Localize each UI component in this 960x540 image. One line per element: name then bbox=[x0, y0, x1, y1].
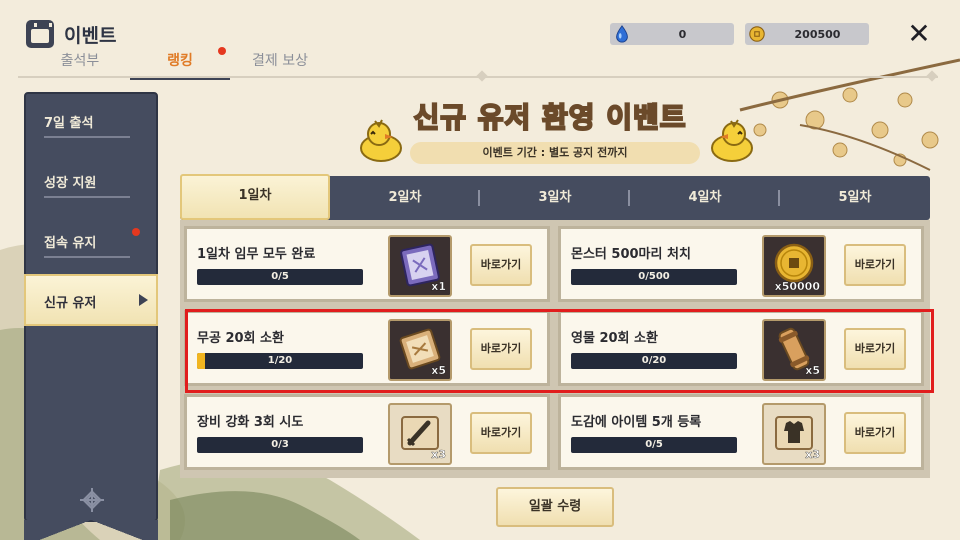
claim-all-button[interactable]: 일괄 수령 bbox=[496, 487, 614, 527]
gold-coin-icon bbox=[749, 26, 765, 42]
sidebar-item-new-user[interactable]: 신규 유저 bbox=[24, 274, 158, 326]
go-button[interactable]: 바로가기 bbox=[844, 412, 906, 454]
header-divider bbox=[18, 76, 938, 78]
sidebar-item-stay-connected[interactable]: 접속 유지 bbox=[44, 228, 140, 258]
go-button[interactable]: 바로가기 bbox=[470, 244, 532, 286]
reward-quantity: x1 bbox=[431, 280, 446, 293]
notification-dot bbox=[218, 47, 226, 55]
tab-day-1[interactable]: 1일차 bbox=[180, 174, 330, 220]
tab-day-3[interactable]: 3일차 bbox=[480, 176, 630, 220]
gold-coin-amount: 200500 bbox=[794, 27, 841, 41]
reward-quantity: x50000 bbox=[774, 280, 820, 293]
tab-day-4[interactable]: 4일차 bbox=[630, 176, 780, 220]
reward-slot[interactable]: x3 bbox=[762, 403, 826, 465]
notification-dot bbox=[132, 228, 140, 236]
water-drop-icon bbox=[616, 25, 628, 43]
event-sidebar: 7일 출석 성장 지원 접속 유지 신규 유저 bbox=[24, 92, 158, 540]
page-header: 이벤트 bbox=[26, 20, 116, 48]
sidebar-item-label: 7일 출석 bbox=[44, 116, 94, 131]
water-drop-currency: 0 bbox=[610, 23, 734, 45]
close-button[interactable]: ✕ bbox=[905, 20, 933, 48]
mission-title: 도감에 아이템 5개 등록 bbox=[571, 415, 702, 430]
gold-coin-currency: 200500 bbox=[745, 23, 869, 45]
event-period: 이벤트 기간 : 별도 공지 전까지 bbox=[410, 142, 700, 164]
tab-day-2[interactable]: 2일차 bbox=[330, 176, 480, 220]
highlight-box bbox=[185, 309, 934, 393]
sidebar-item-label: 접속 유지 bbox=[44, 236, 97, 251]
go-button[interactable]: 바로가기 bbox=[470, 412, 532, 454]
mission-progress-bar: 0/5 bbox=[571, 437, 737, 453]
yellow-chick-icon bbox=[711, 119, 753, 162]
mission-card: 도감에 아이템 5개 등록 0/5 x3 바로가기 bbox=[558, 394, 924, 470]
reward-slot[interactable]: x1 bbox=[388, 235, 452, 297]
arrow-right-icon bbox=[139, 294, 148, 306]
mission-card: 1일차 임무 모두 완료 0/5 x1 바로가기 bbox=[184, 226, 550, 302]
yellow-chick-icon bbox=[360, 119, 402, 162]
mission-card: 장비 강화 3회 시도 0/3 x3 바로가기 bbox=[184, 394, 550, 470]
sidebar-item-growth-support[interactable]: 성장 지원 bbox=[44, 172, 130, 198]
tab-ranking-label: 랭킹 bbox=[167, 53, 193, 69]
reward-quantity: x3 bbox=[431, 448, 446, 461]
calendar-icon bbox=[26, 20, 54, 48]
sidebar-item-label: 신규 유저 bbox=[44, 296, 97, 311]
reward-slot[interactable]: x3 bbox=[388, 403, 452, 465]
day-tab-bar: 1일차 2일차 3일차 4일차 5일차 bbox=[180, 174, 930, 220]
progress-text: 0/5 bbox=[271, 271, 289, 282]
sidebar-item-label: 성장 지원 bbox=[44, 176, 97, 191]
water-drop-amount: 0 bbox=[678, 27, 687, 41]
knot-ornament-icon bbox=[80, 488, 104, 512]
mission-title: 몬스터 500마리 처치 bbox=[571, 247, 691, 262]
page-title: 이벤트 bbox=[64, 24, 117, 47]
sidebar-item-7day-attendance[interactable]: 7일 출석 bbox=[44, 112, 130, 138]
progress-text: 0/3 bbox=[271, 439, 289, 450]
go-button[interactable]: 바로가기 bbox=[844, 244, 906, 286]
mission-card: 몬스터 500마리 처치 0/500 x50000 바로가기 bbox=[558, 226, 924, 302]
banner-title: 신규 유저 환영 이벤트 bbox=[412, 100, 687, 135]
tab-day-5[interactable]: 5일차 bbox=[780, 176, 930, 220]
reward-slot[interactable]: x50000 bbox=[762, 235, 826, 297]
mission-progress-bar: 0/500 bbox=[571, 269, 737, 285]
progress-text: 0/5 bbox=[645, 439, 663, 450]
mission-progress-bar: 0/5 bbox=[197, 269, 363, 285]
mission-title: 장비 강화 3회 시도 bbox=[197, 415, 304, 430]
progress-text: 0/500 bbox=[638, 271, 670, 282]
reward-quantity: x3 bbox=[805, 448, 820, 461]
mission-title: 1일차 임무 모두 완료 bbox=[197, 247, 316, 262]
mission-progress-bar: 0/3 bbox=[197, 437, 363, 453]
